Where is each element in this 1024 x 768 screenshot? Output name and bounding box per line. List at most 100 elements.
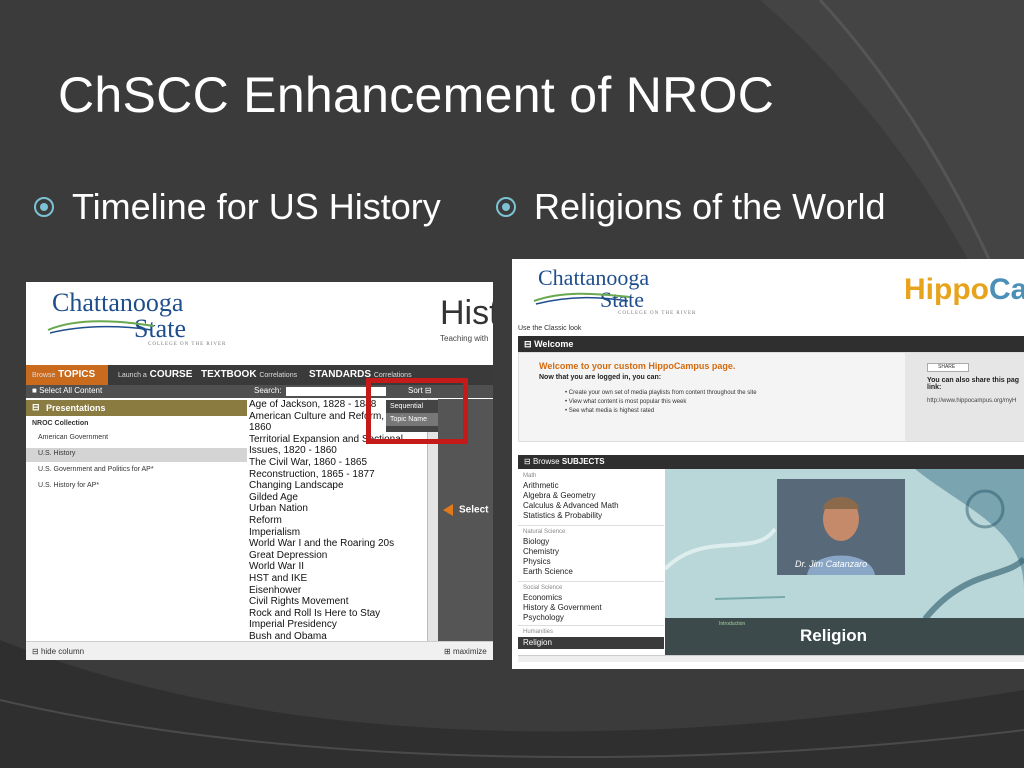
classic-look-link[interactable]: Use the Classic look (518, 325, 581, 332)
tab-course-label: COURSE (149, 369, 193, 380)
tab-topics[interactable]: Browse TOPICS (32, 369, 95, 380)
video-frame[interactable]: Dr. Jim Catanzaro (777, 479, 905, 575)
tab-textbook[interactable]: TEXTBOOK Correlations (201, 369, 297, 380)
divider (518, 625, 664, 626)
subject-item[interactable]: Chemistry (523, 547, 559, 556)
arrow-left-icon (443, 504, 453, 516)
select-all-label: Select All Content (39, 386, 103, 395)
welcome-list-item: • Create your own set of media playlists… (565, 390, 757, 396)
media-player[interactable]: Dr. Jim Catanzaro Introduction Religion (665, 469, 1024, 655)
logo-line1: Chattanooga (538, 265, 650, 290)
divider (518, 581, 664, 582)
collection-label: NROC Collection (32, 420, 89, 427)
collection-item-us-gov-ap[interactable]: U.S. Government and Politics for AP* (38, 466, 154, 473)
topic-item[interactable]: Civil Rights Movement (248, 596, 438, 608)
subject-item[interactable]: Biology (523, 537, 549, 546)
page-header-subtitle: Teaching with (440, 334, 489, 343)
welcome-panel: Welcome to your custom HippoCampus page.… (518, 352, 1024, 442)
collapse-icon: ⊟ (32, 402, 40, 412)
bullet-text: Timeline for US History (72, 186, 441, 227)
select-button[interactable]: Select (443, 504, 488, 516)
topic-item[interactable]: Urban Nation (248, 503, 438, 515)
slide-title: ChSCC Enhancement of NROC (58, 67, 775, 123)
tab-topics-prefix: Browse (32, 372, 56, 379)
topic-item[interactable]: Eisenhower (248, 585, 438, 597)
welcome-list-text: See what media is highest rated (568, 408, 655, 414)
topic-item[interactable]: Imperial Presidency (248, 619, 438, 631)
subject-category: Natural Science (523, 529, 566, 535)
tab-textbook-label: TEXTBOOK (201, 369, 257, 380)
logo-tagline: COLLEGE ON THE RIVER (618, 311, 697, 316)
subject-item[interactable]: Statistics & Probability (523, 511, 602, 520)
maximize-button[interactable]: ⊞ maximize (444, 647, 487, 656)
topic-item[interactable]: Imperialism (248, 527, 438, 539)
collection-item-american-government[interactable]: American Government (38, 434, 108, 441)
share-text: You can also share this pag link: (927, 377, 1019, 391)
topic-item[interactable]: The Civil War, 1860 - 1865 (248, 457, 438, 469)
topic-item[interactable]: Rock and Roll Is Here to Stay (248, 608, 438, 620)
hippo-text: Hippo (904, 273, 989, 306)
search-label: Search: (254, 386, 282, 395)
religions-screenshot: Chattanooga State COLLEGE ON THE RIVER H… (512, 259, 1024, 669)
bottom-bar: ⊟ hide column ⊞ maximize (26, 641, 493, 660)
select-button-label: Select (459, 504, 489, 516)
subject-item-selected[interactable]: Religion (523, 638, 552, 647)
share-button-label: SHARE (938, 364, 956, 370)
topic-item[interactable]: Issues, 1820 - 1860 (248, 445, 438, 457)
hippocampus-logo: HippoCa (904, 273, 1024, 307)
maximize-label: maximize (452, 647, 487, 656)
subject-item[interactable]: Algebra & Geometry (523, 491, 595, 500)
bullet-icon (34, 197, 54, 217)
welcome-list-text: Create your own set of media playlists f… (568, 390, 757, 396)
share-button[interactable]: SHARE (927, 363, 969, 372)
divider (518, 525, 664, 526)
bullet-text: Religions of the World (534, 186, 886, 227)
subject-item[interactable]: Psychology (523, 613, 564, 622)
media-title: Religion (800, 626, 868, 645)
presentations-label: Presentations (46, 403, 106, 413)
topic-item[interactable]: World War I and the Roaring 20s (248, 538, 438, 550)
welcome-list-item: • See what media is highest rated (565, 408, 655, 414)
logo-swoosh-icon (47, 320, 155, 334)
bullet-icon (496, 197, 516, 217)
subject-item[interactable]: Economics (523, 593, 562, 602)
collection-item-us-history[interactable]: U.S. History (38, 450, 75, 457)
logo-line1: Chattanooga (52, 288, 184, 317)
subject-item[interactable]: Earth Science (523, 567, 573, 576)
subject-item[interactable]: Physics (523, 557, 551, 566)
campus-text: Ca (988, 273, 1024, 306)
share-panel: SHARE You can also share this pag link: h… (905, 353, 1024, 441)
topic-item[interactable]: HST and IKE (248, 573, 438, 585)
bullet-religions: Religions of the World (496, 186, 886, 228)
subject-item[interactable]: Arithmetic (523, 481, 559, 490)
topic-item[interactable]: World War II (248, 561, 438, 573)
welcome-list-text: View what content is most popular this w… (568, 399, 687, 405)
tab-course-prefix: Launch a (118, 372, 147, 379)
collapse-icon: ⊟ (524, 457, 531, 466)
collection-item-us-history-ap[interactable]: U.S. History for AP* (38, 482, 99, 489)
subject-category: Social Science (523, 585, 563, 591)
bottom-bar (518, 655, 1024, 662)
subject-category: Humanities (523, 629, 554, 635)
presentations-header[interactable]: ⊟ Presentations (26, 400, 247, 416)
topic-item[interactable]: Great Depression (248, 550, 438, 562)
welcome-header[interactable]: ⊟ Welcome (518, 336, 1024, 352)
topic-item[interactable]: Changing Landscape (248, 480, 438, 492)
share-text-line1: You can also share this pag (927, 377, 1020, 384)
select-all-checkbox[interactable]: ■ Select All Content (32, 386, 102, 395)
share-url[interactable]: http://www.hippocampus.org/myH (927, 398, 1016, 404)
topic-item[interactable]: Reconstruction, 1865 - 1877 (248, 469, 438, 481)
hide-column-button[interactable]: ⊟ hide column (32, 647, 84, 656)
welcome-list-item: • View what content is most popular this… (565, 399, 687, 405)
subject-item[interactable]: Calculus & Advanced Math (523, 501, 619, 510)
page-header-title: Hist (440, 294, 493, 332)
topic-item[interactable]: Gilded Age (248, 492, 438, 504)
topic-item[interactable]: Bush and Obama (248, 631, 438, 641)
subject-item[interactable]: History & Government (523, 603, 602, 612)
tab-course[interactable]: Launch a COURSE (118, 369, 192, 380)
tab-standards-label: STANDARDS (309, 369, 372, 380)
share-text-line2: link: (927, 384, 942, 391)
hide-column-label: hide column (40, 647, 85, 656)
topic-item[interactable]: Reform (248, 515, 438, 527)
browse-subjects-header[interactable]: ⊟ Browse SUBJECTS (518, 455, 1024, 469)
